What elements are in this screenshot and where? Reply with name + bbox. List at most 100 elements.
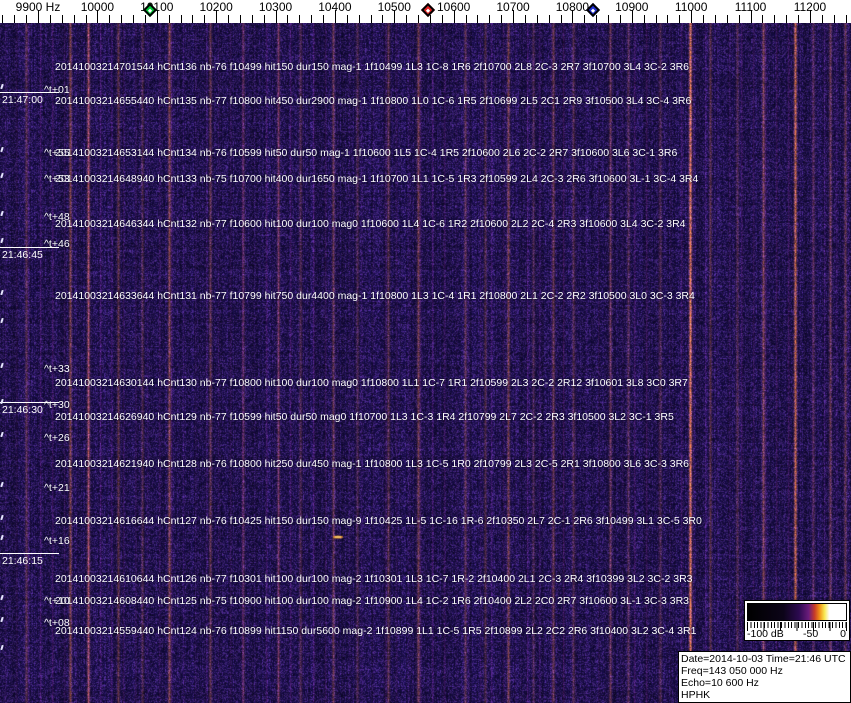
ruler-tick	[845, 15, 847, 23]
ruler-tick	[477, 15, 479, 23]
colorbar-label-min: -100 dB	[747, 628, 784, 640]
ruler-tick	[738, 15, 740, 23]
ruler-tick	[501, 15, 503, 23]
ruler-tick	[786, 15, 788, 23]
time-axis-label: 21:47:00	[0, 92, 59, 106]
relative-time-mark: ^t+55	[44, 147, 70, 159]
ruler-tick	[441, 15, 443, 23]
time-axis-label: 21:46:45	[0, 247, 59, 261]
colorbar-label-max: 0	[840, 628, 846, 640]
time-axis-label: 21:46:30	[0, 402, 59, 416]
ruler-tick	[251, 15, 253, 23]
ruler-tick	[323, 15, 325, 23]
detection-log-line: 20141003214633644 hCnt131 nb-77 f10799 h…	[55, 290, 695, 302]
ruler-tick	[465, 15, 467, 23]
ruler-tick	[61, 15, 63, 23]
marker-center-dot	[425, 7, 431, 13]
relative-time-mark: ^t+48	[44, 211, 70, 223]
ruler-tick	[406, 15, 408, 23]
ruler-tick	[536, 15, 538, 23]
red-diamond-marker[interactable]	[420, 2, 436, 18]
ruler-label: 10600	[436, 0, 471, 14]
detection-log-line: 20141003214616644 hCnt127 nb-76 f10425 h…	[55, 515, 702, 527]
ruler-tick	[833, 15, 835, 23]
ruler-tick	[228, 15, 230, 23]
relative-time-mark: ^t+53	[44, 173, 70, 185]
ruler-tick	[643, 15, 645, 23]
ruler-label: 10700	[496, 0, 530, 14]
observation-info-box: Date=2014-10-03 Time=21:46 UTC Freq=143 …	[678, 651, 851, 703]
detection-log-line: 20141003214621940 hCnt128 nb-76 f10800 h…	[55, 458, 689, 470]
detection-log-line: 20141003214655440 hCnt135 nb-77 f10800 h…	[55, 95, 692, 107]
detection-log-line: 20141003214648940 hCnt133 nb-75 f10700 h…	[55, 173, 699, 185]
detection-log-line: 20141003214630144 hCnt130 nb-77 f10800 h…	[55, 377, 688, 389]
ruler-tick	[821, 15, 823, 23]
ruler-tick	[299, 15, 301, 23]
ruler-tick	[204, 15, 206, 23]
detection-log-line: 20141003214653144 hCnt134 nb-76 f10599 h…	[55, 147, 678, 159]
ruler-label: 10400	[318, 0, 352, 14]
ruler-tick	[548, 15, 550, 23]
colorbar-label-mid: -50	[803, 628, 819, 640]
ruler-label: 10800	[555, 0, 590, 14]
ruler-tick	[418, 15, 420, 23]
ruler-tick	[49, 15, 51, 23]
ruler-tick	[346, 15, 348, 23]
ruler-tick	[121, 15, 123, 23]
ruler-tick	[596, 15, 598, 23]
ruler-label: 11000	[674, 0, 708, 14]
relative-time-mark: ^t+33	[44, 363, 70, 375]
detection-log-line: 20141003214646344 hCnt132 nb-77 f10600 h…	[55, 218, 686, 230]
detection-log-line: 20141003214626940 hCnt129 nb-77 f10599 h…	[55, 411, 674, 423]
ruler-tick	[584, 15, 586, 23]
ruler-tick	[85, 15, 87, 23]
ruler-tick	[489, 15, 491, 23]
ruler-tick	[608, 15, 610, 23]
ruler-tick	[26, 15, 28, 23]
ruler-tick	[14, 15, 16, 23]
ruler-tick	[192, 15, 194, 23]
ruler-tick	[655, 15, 657, 23]
ruler-tick	[263, 15, 265, 23]
ruler-tick	[133, 15, 134, 23]
meteor-echo-spectrogram-window: 9900 Hz 10000 10100 10200 10300 10400 10500 106…	[0, 0, 851, 703]
ruler-tick	[2, 15, 4, 23]
ruler-tick	[358, 15, 360, 23]
ruler-tick	[714, 15, 716, 23]
ruler-label: 10000	[80, 0, 115, 14]
ruler-tick	[239, 15, 241, 23]
frequency-ruler: 9900 Hz 10000 10100 10200 10300 10400 10500 106…	[0, 0, 851, 23]
ruler-tick	[703, 15, 705, 23]
ruler-label: 9900 Hz	[15, 0, 61, 14]
ruler-label: 10300	[258, 0, 293, 14]
ruler-tick	[762, 15, 764, 23]
relative-time-mark: ^t+10	[44, 595, 70, 607]
ruler-tick	[109, 15, 111, 23]
info-station-code: HPHK	[681, 689, 711, 701]
ruler-tick	[429, 15, 431, 23]
marker-center-dot	[590, 7, 596, 13]
ruler-label: 10200	[199, 0, 233, 14]
ruler-tick	[679, 15, 681, 23]
ruler-label: 11200	[793, 0, 827, 14]
ruler-tick	[287, 15, 289, 23]
info-date-time: Date=2014-10-03 Time=21:46 UTC	[681, 653, 846, 665]
ruler-tick	[168, 15, 170, 23]
relative-time-mark: ^t+26	[44, 432, 70, 444]
ruler-tick	[370, 15, 372, 23]
ruler-tick	[524, 15, 526, 23]
ruler-tick	[144, 15, 146, 23]
ruler-tick	[180, 15, 182, 23]
info-echo: Echo=10 600 Hz	[681, 677, 759, 689]
signal-level-colorbar: -100 dB -50 0	[744, 600, 850, 641]
ruler-label: 10500	[377, 0, 411, 14]
ruler-label: 11100	[734, 0, 767, 14]
detection-log-line: 20141003214608440 hCnt125 nb-75 f10900 h…	[55, 595, 689, 607]
ruler-tick	[311, 15, 313, 23]
marker-center-dot	[147, 7, 153, 13]
colorbar-gradient	[747, 603, 847, 621]
ruler-tick	[667, 15, 669, 23]
relative-time-mark: ^t+08	[44, 617, 70, 629]
ruler-tick	[73, 15, 75, 23]
detection-log-line: 20141003214559440 hCnt124 nb-76 f10899 h…	[55, 625, 697, 637]
